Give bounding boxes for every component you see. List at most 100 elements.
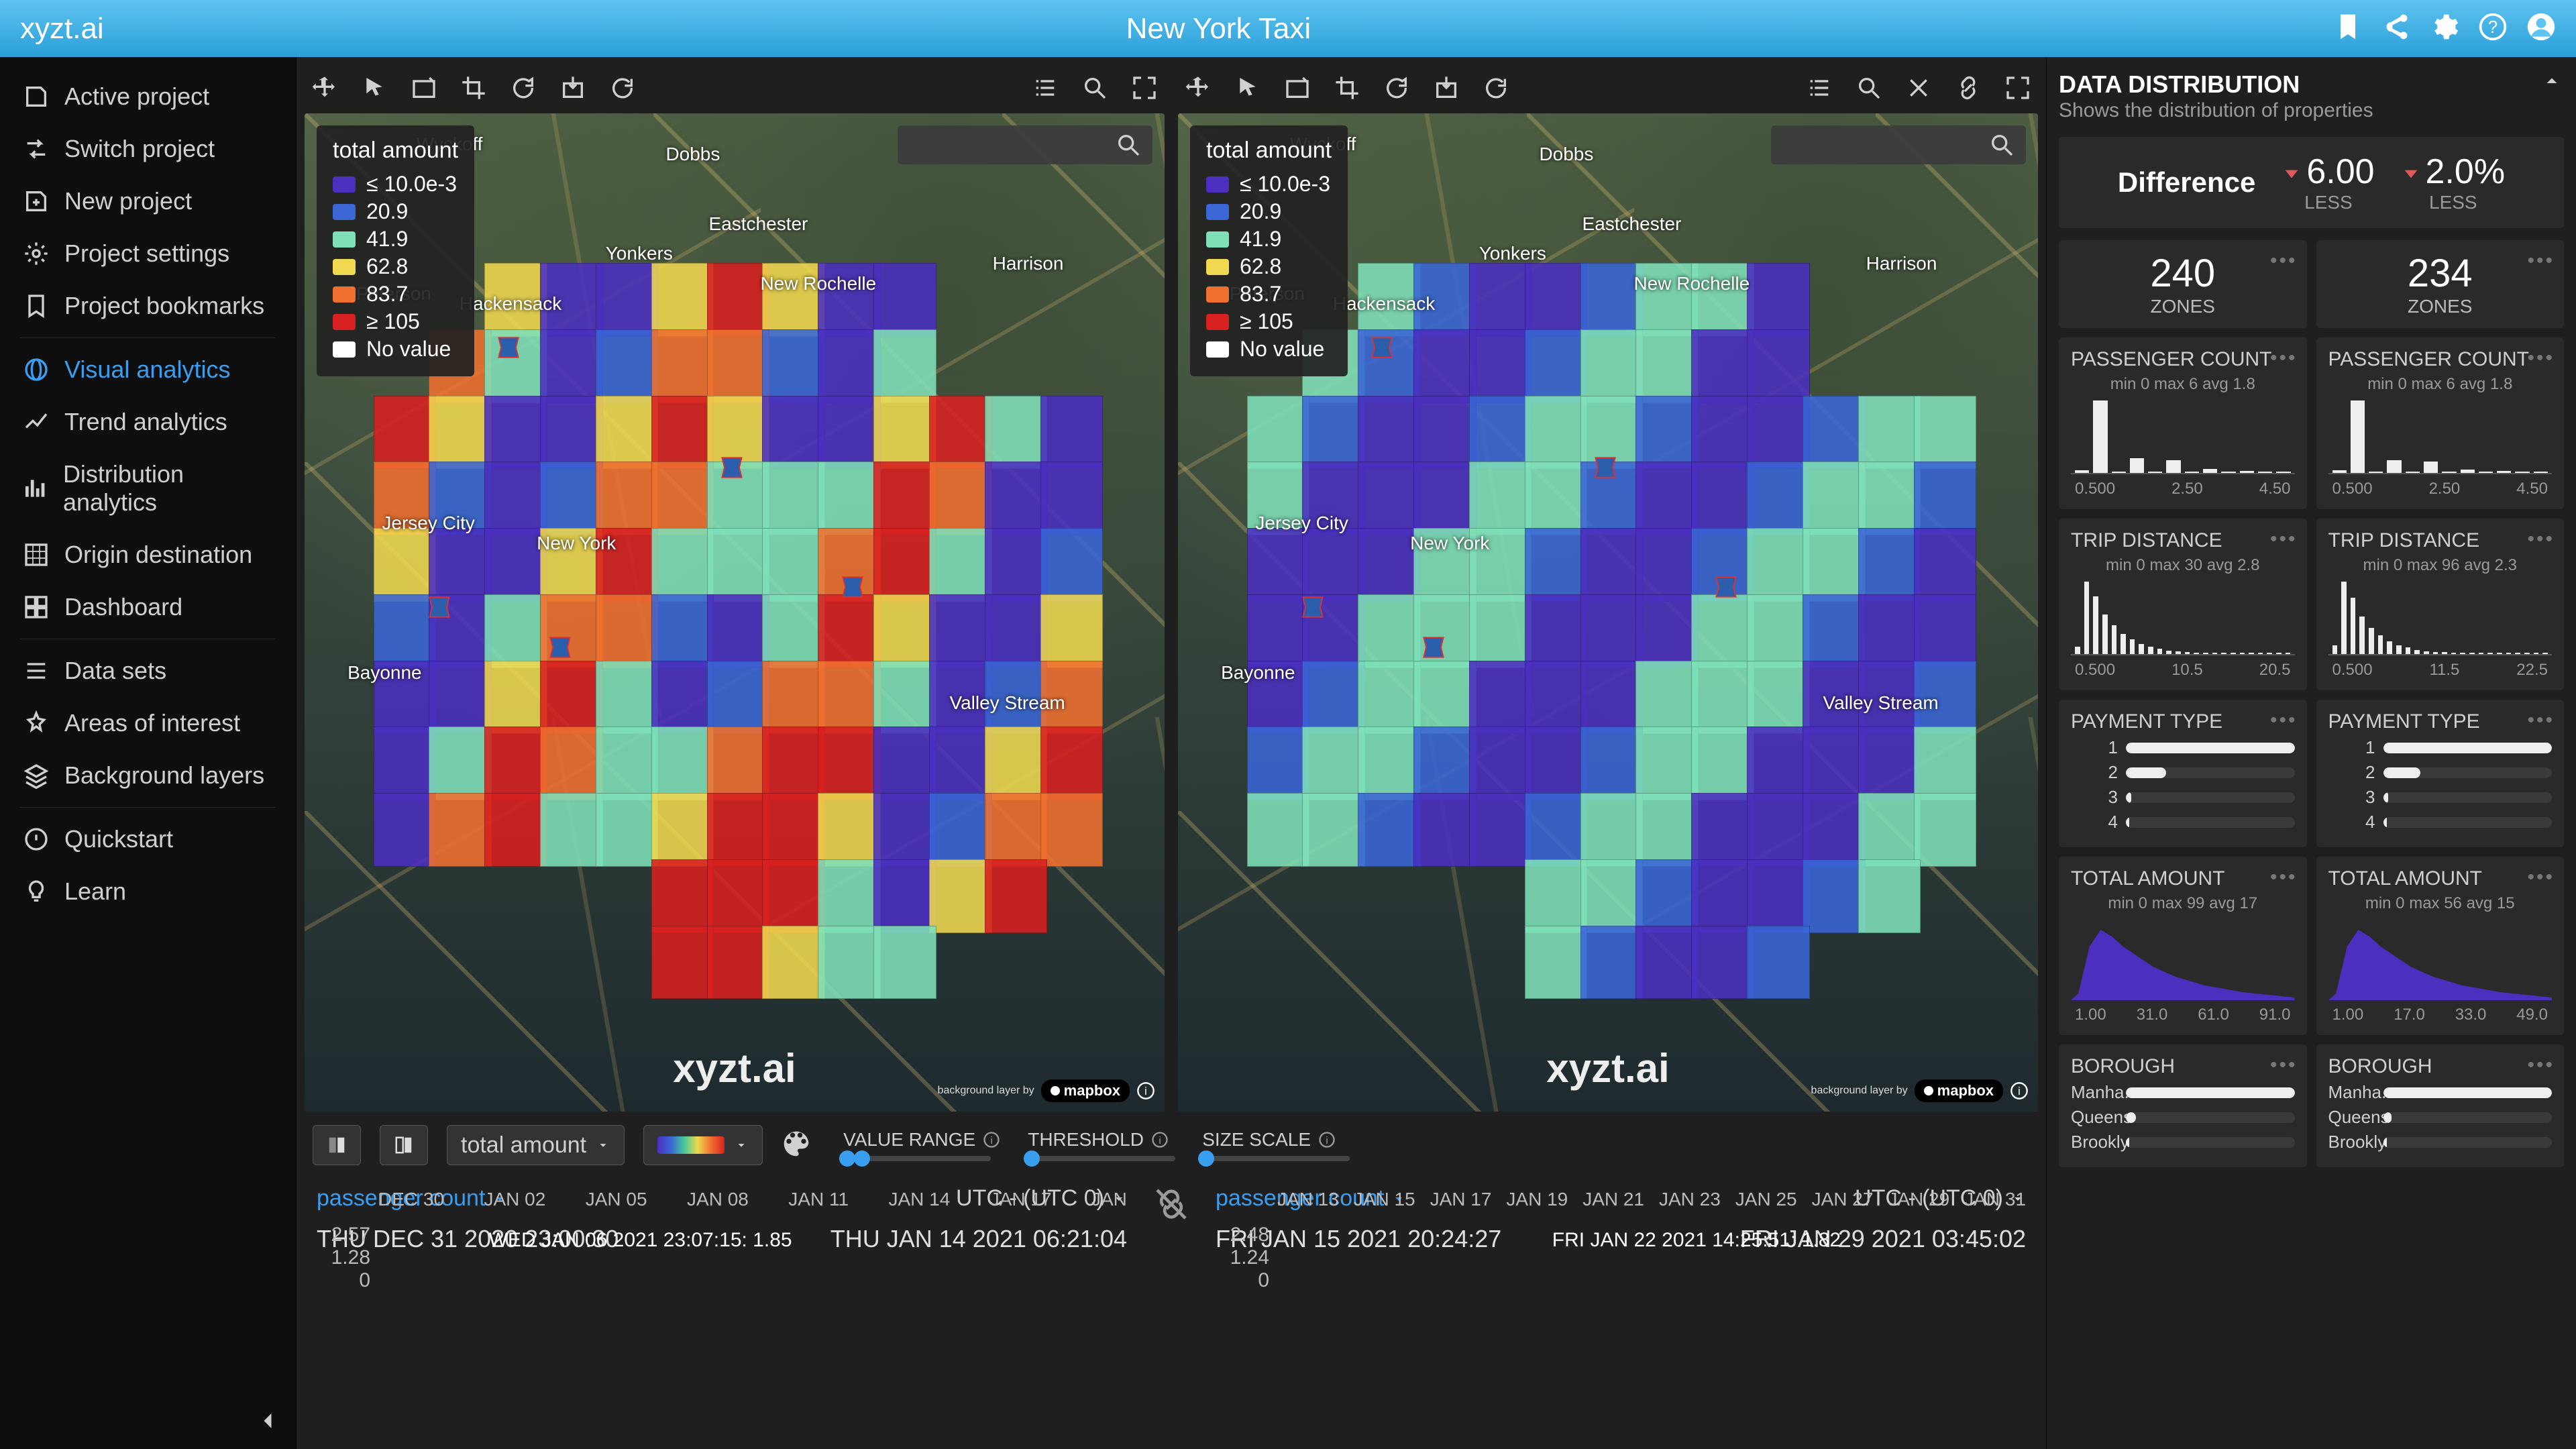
timeline-1: passenger countUTC - (UTC 0)2.481.240FRI…	[1203, 1179, 2038, 1260]
account-icon[interactable]	[2526, 12, 2556, 45]
sidebar-item-active-project[interactable]: Active project	[0, 70, 296, 123]
fullscreen-icon[interactable]	[2004, 74, 2031, 105]
map-search[interactable]	[898, 125, 1152, 164]
color-by-dropdown[interactable]: total amount	[447, 1125, 625, 1165]
map-toolbar	[1178, 65, 2038, 113]
search-icon[interactable]	[1081, 74, 1108, 105]
search-icon[interactable]	[1856, 74, 1882, 105]
slider-size-scale[interactable]: SIZE SCALEi	[1202, 1129, 1350, 1161]
card-menu-icon[interactable]: •••	[2270, 347, 2298, 370]
sidebar-item-label: Data sets	[64, 657, 166, 685]
card-menu-icon[interactable]: •••	[2527, 250, 2555, 272]
refresh-icon[interactable]	[609, 74, 636, 105]
card-menu-icon[interactable]: •••	[2527, 866, 2555, 889]
sidebar-item-background-layers[interactable]: Background layers	[0, 749, 296, 802]
map-attribution: background layer bymapboxi	[938, 1079, 1155, 1102]
map-attribution: background layer bymapboxi	[1811, 1079, 2029, 1102]
cursor-icon[interactable]	[361, 74, 388, 105]
category-card: •••BOROUGHManha...QueensBrooklyn	[2316, 1044, 2565, 1167]
timeline-link-icon[interactable]	[1152, 1185, 1190, 1223]
card-menu-icon[interactable]: •••	[2270, 528, 2298, 551]
rotate-cw-icon[interactable]	[510, 74, 537, 105]
map-panel-1: WyckoffDobbsYonkersEastchesterNew Rochel…	[1178, 65, 2038, 1112]
difference-bar: Difference 6.00LESS 2.0%LESS	[2059, 137, 2564, 228]
gear-icon[interactable]	[2430, 12, 2459, 45]
bookmark-icon[interactable]	[2333, 12, 2363, 45]
titlebar: xyzt.ai New York Taxi ?	[0, 0, 2576, 57]
map-legend: total amount≤ 10.0e-320.941.962.883.7≥ 1…	[1190, 125, 1348, 376]
close-icon[interactable]	[1905, 74, 1932, 105]
svg-text:?: ?	[2488, 18, 2498, 37]
link-icon[interactable]	[1955, 74, 1982, 105]
brand: xyzt.ai	[20, 12, 104, 46]
right-panel: DATA DISTRIBUTION Shows the distribution…	[2046, 57, 2576, 1449]
page-title: New York Taxi	[104, 12, 2333, 46]
panel-collapse-icon[interactable]	[2540, 69, 2564, 99]
map-canvas[interactable]: WyckoffDobbsYonkersEastchesterNew Rochel…	[305, 113, 1165, 1112]
share-icon[interactable]	[2381, 12, 2411, 45]
sidebar-item-learn[interactable]: Learn	[0, 865, 296, 918]
move-icon[interactable]	[1185, 74, 1212, 105]
card-menu-icon[interactable]: •••	[2270, 1054, 2298, 1077]
area-card: •••TOTAL AMOUNTmin 0 max 99 avg 171.0031…	[2059, 857, 2307, 1035]
area-card: •••TOTAL AMOUNTmin 0 max 56 avg 151.0017…	[2316, 857, 2565, 1035]
gradient-dropdown[interactable]	[643, 1125, 763, 1165]
card-menu-icon[interactable]: •••	[2527, 528, 2555, 551]
list-icon[interactable]	[1806, 74, 1833, 105]
outline-mode-button[interactable]	[380, 1125, 428, 1165]
card-menu-icon[interactable]: •••	[2270, 709, 2298, 732]
histogram-card: •••PASSENGER COUNTmin 0 max 6 avg 1.80.5…	[2059, 337, 2307, 509]
sidebar-item-origin-destination[interactable]: Origin destination	[0, 529, 296, 581]
map-panel-0: WyckoffDobbsYonkersEastchesterNew Rochel…	[305, 65, 1165, 1112]
sidebar-item-label: Visual analytics	[64, 356, 230, 384]
sidebar-item-project-bookmarks[interactable]: Project bookmarks	[0, 280, 296, 332]
snapshot-icon[interactable]	[411, 74, 437, 105]
rotate-cw-icon[interactable]	[1383, 74, 1410, 105]
svg-text:i: i	[1159, 1135, 1161, 1146]
slider-value-range[interactable]: VALUE RANGEi	[843, 1129, 1001, 1161]
crop-icon[interactable]	[460, 74, 487, 105]
svg-text:i: i	[991, 1135, 993, 1146]
cursor-icon[interactable]	[1234, 74, 1261, 105]
export-icon[interactable]	[1433, 74, 1460, 105]
move-icon[interactable]	[311, 74, 338, 105]
histogram-card: •••TRIP DISTANCEmin 0 max 96 avg 2.30.50…	[2316, 519, 2565, 690]
panel-subtitle: Shows the distribution of properties	[2059, 99, 2564, 122]
help-icon[interactable]: ?	[2478, 12, 2508, 45]
category-card: •••PAYMENT TYPE1234	[2316, 700, 2565, 847]
card-menu-icon[interactable]: •••	[2527, 1054, 2555, 1077]
control-bar: total amount VALUE RANGEi THRESHOLDi SIZE …	[305, 1112, 2038, 1179]
sidebar-item-visual-analytics[interactable]: Visual analytics	[0, 343, 296, 396]
sidebar-item-areas-of-interest[interactable]: Areas of interest	[0, 697, 296, 749]
slider-threshold[interactable]: THRESHOLDi	[1028, 1129, 1175, 1161]
sidebar-item-switch-project[interactable]: Switch project	[0, 123, 296, 175]
sidebar-item-distribution-analytics[interactable]: Distribution analytics	[0, 448, 296, 529]
sidebar-item-label: New project	[64, 187, 192, 215]
export-icon[interactable]	[559, 74, 586, 105]
sidebar-item-trend-analytics[interactable]: Trend analytics	[0, 396, 296, 448]
refresh-icon[interactable]	[1483, 74, 1509, 105]
map-canvas[interactable]: WyckoffDobbsYonkersEastchesterNew Rochel…	[1178, 113, 2038, 1112]
list-icon[interactable]	[1032, 74, 1059, 105]
sidebar-item-label: Switch project	[64, 135, 215, 163]
card-menu-icon[interactable]: •••	[2270, 250, 2298, 272]
fullscreen-icon[interactable]	[1131, 74, 1158, 105]
snapshot-icon[interactable]	[1284, 74, 1311, 105]
watermark: xyzt.ai	[673, 1045, 796, 1091]
sidebar-item-new-project[interactable]: New project	[0, 175, 296, 227]
sidebar-item-dashboard[interactable]: Dashboard	[0, 581, 296, 633]
sidebar-item-label: Dashboard	[64, 593, 182, 621]
sidebar-item-quickstart[interactable]: Quickstart	[0, 813, 296, 865]
card-menu-icon[interactable]: •••	[2270, 866, 2298, 889]
sidebar-item-data-sets[interactable]: Data sets	[0, 645, 296, 697]
sidebar-collapse-button[interactable]	[253, 1406, 282, 1436]
palette-icon[interactable]	[782, 1129, 811, 1162]
fill-mode-button[interactable]	[313, 1125, 361, 1165]
sidebar-item-label: Learn	[64, 877, 126, 906]
sidebar-item-label: Active project	[64, 83, 209, 111]
crop-icon[interactable]	[1334, 74, 1360, 105]
card-menu-icon[interactable]: •••	[2527, 709, 2555, 732]
sidebar-item-project-settings[interactable]: Project settings	[0, 227, 296, 280]
map-search[interactable]	[1771, 125, 2026, 164]
card-menu-icon[interactable]: •••	[2527, 347, 2555, 370]
